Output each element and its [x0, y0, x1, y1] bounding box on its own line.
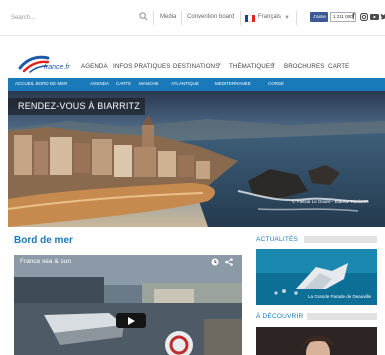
video-player[interactable]	[14, 255, 242, 355]
news-heading: ACTUALITÉS	[256, 236, 299, 243]
divider	[181, 11, 182, 25]
french-flag-icon[interactable]	[245, 15, 255, 22]
nav-brochures[interactable]: BROCHURES	[284, 63, 324, 70]
share-icon[interactable]	[225, 258, 233, 266]
discover-image	[256, 327, 377, 355]
site-header: france.fr AGENDA INFOS PRATIQUES DESTINA…	[0, 36, 385, 77]
subnav-mediterranee[interactable]: MEDITERRANEE	[215, 81, 251, 86]
convention-board-link[interactable]: Convention board	[187, 14, 234, 20]
twitter-icon[interactable]	[380, 13, 385, 21]
video-title: France sea & sun	[20, 258, 71, 265]
divider	[153, 11, 154, 25]
divider	[296, 11, 297, 25]
nav-infos-pratiques[interactable]: INFOS PRATIQUES	[113, 63, 170, 70]
nav-carte[interactable]: CARTE	[328, 63, 349, 70]
subnav-accueil[interactable]: ACCUEIL BORD DE MER	[15, 81, 67, 86]
facebook-icon[interactable]: f	[352, 12, 355, 21]
chevron-down-icon[interactable]: ˅	[272, 62, 275, 68]
media-link[interactable]: Media	[160, 14, 176, 20]
search-icon[interactable]	[139, 12, 148, 21]
subnav-agenda[interactable]: AGENDA	[90, 81, 109, 86]
nav-destinations[interactable]: DESTINATIONS	[173, 63, 219, 70]
instagram-icon[interactable]	[360, 13, 368, 21]
youtube-icon[interactable]	[370, 13, 379, 21]
divider	[240, 11, 241, 25]
play-button[interactable]	[116, 313, 146, 328]
nav-agenda[interactable]: AGENDA	[81, 63, 108, 70]
discover-heading: À DÉCOUVRIR	[256, 313, 304, 320]
page-title: Bord de mer	[14, 235, 73, 246]
hero-title: RENDEZ-VOUS À BIARRITZ	[8, 98, 145, 115]
language-selector[interactable]: Français	[258, 14, 281, 20]
chevron-down-icon[interactable]: ▼	[284, 15, 290, 21]
chevron-down-icon[interactable]: ˅	[218, 62, 221, 68]
clock-icon[interactable]	[211, 258, 219, 266]
video-thumbnail	[14, 255, 242, 355]
subnav-carte[interactable]: CARTE	[116, 81, 131, 86]
subnav-atlantique[interactable]: ATLANTIQUE	[171, 81, 199, 86]
section-subnav: ACCUEIL BORD DE MER AGENDA CARTE MANCHE …	[8, 78, 385, 91]
discover-card[interactable]	[256, 327, 377, 355]
search-input[interactable]: Search...	[8, 10, 150, 26]
top-utility-bar: Search... Media Convention board Françai…	[0, 0, 385, 36]
subnav-corse[interactable]: CORSE	[268, 81, 284, 86]
news-caption[interactable]: La Grande Parade de Deauville	[308, 294, 371, 299]
photo-credit: © Pascal Le Doare - Biarritz Tourisme	[292, 199, 369, 204]
heading-rule	[304, 236, 377, 243]
heading-rule	[307, 313, 377, 320]
logo-text[interactable]: france.fr	[44, 64, 70, 71]
subnav-manche[interactable]: MANCHE	[139, 81, 159, 86]
facebook-like-button[interactable]: J'aime	[311, 12, 328, 22]
search-placeholder: Search...	[11, 15, 36, 21]
nav-thematiques[interactable]: THÉMATIQUES	[229, 63, 274, 70]
